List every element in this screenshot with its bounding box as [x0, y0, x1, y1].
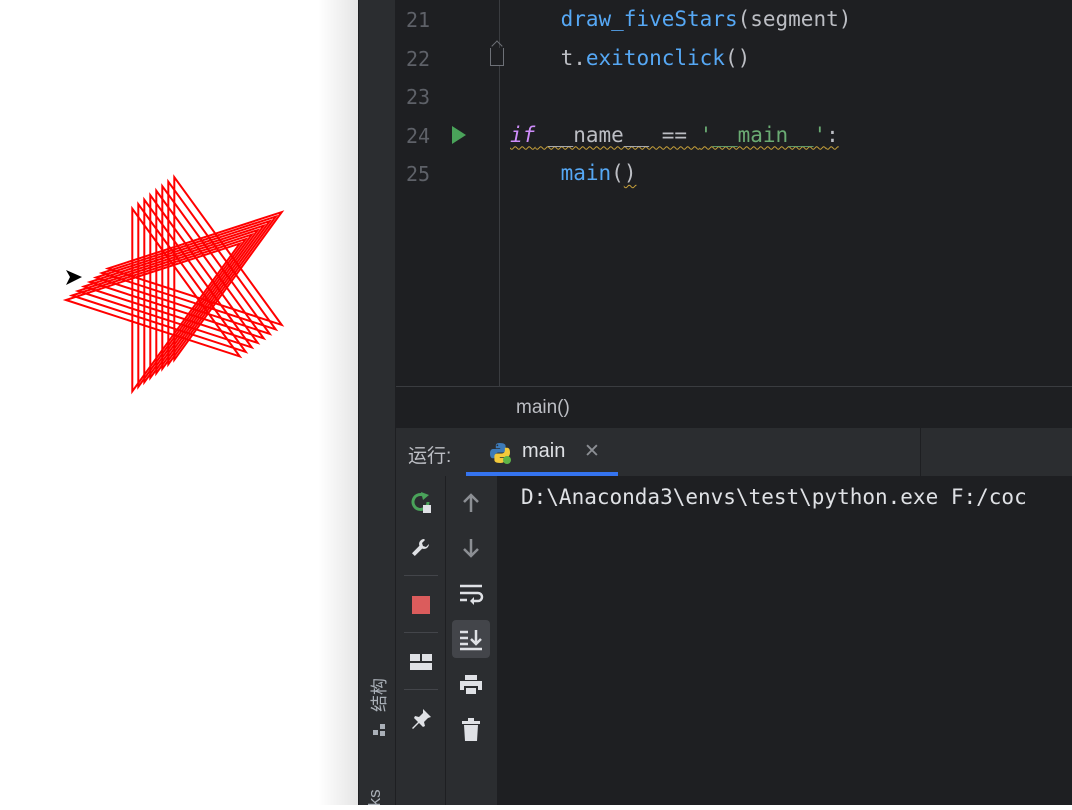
trash-icon	[462, 718, 480, 741]
layout-button[interactable]	[396, 643, 446, 681]
breadcrumb-bar: main()	[396, 386, 1072, 428]
arrow-up-icon	[463, 493, 479, 512]
layout-icon	[410, 654, 432, 670]
code-token: __name__ ==	[535, 122, 700, 147]
bookmarks-label[interactable]: rks	[365, 789, 385, 805]
console-output[interactable]: D:\Anaconda3\envs\test\python.exe F:/coc	[498, 476, 1072, 805]
down-button[interactable]	[446, 529, 496, 567]
star-trace	[74, 196, 255, 386]
code-token: '__main__'	[699, 122, 827, 147]
console-toolbar	[446, 476, 498, 805]
run-toolbar	[396, 476, 446, 805]
line-number: 25	[406, 162, 431, 186]
code-token: (	[611, 161, 624, 185]
run-gutter-icon[interactable]	[452, 126, 466, 144]
stop-icon	[412, 596, 430, 614]
code-token: :	[826, 122, 839, 147]
tab-main[interactable]: main ✕	[466, 428, 618, 476]
code-token: if	[510, 122, 536, 147]
rerun-button[interactable]	[396, 484, 446, 522]
window-shadow	[318, 0, 358, 805]
line-number: 21	[406, 8, 431, 32]
print-button[interactable]	[446, 666, 496, 704]
code-line: main()	[510, 161, 637, 185]
code-token: draw_fiveStars	[560, 7, 738, 31]
arrow-down-icon	[463, 539, 479, 558]
ide-window: 结构 rks 21 22 23 24 25 draw_fiveStars(segment…	[358, 0, 1072, 805]
structure-label[interactable]: 结构	[365, 678, 390, 712]
print-icon	[460, 675, 482, 696]
up-button[interactable]	[446, 484, 496, 522]
code-token: (segment)	[737, 7, 852, 31]
line-number: 22	[406, 46, 431, 71]
wrench-icon	[412, 539, 429, 556]
stop-button[interactable]	[396, 586, 446, 624]
run-label: 运行:	[408, 446, 452, 467]
code-editor[interactable]: 21 22 23 24 25 draw_fiveStars(segment) t.exi…	[396, 0, 1072, 386]
settings-button[interactable]	[396, 529, 446, 567]
code-token: main	[560, 161, 612, 185]
fold-icon[interactable]	[490, 48, 504, 66]
pin-icon	[412, 709, 431, 729]
code-line: if __name__ == '__main__':	[510, 123, 839, 147]
tool-window-strip: 结构 rks	[358, 0, 396, 805]
line-number: 23	[406, 85, 431, 109]
code-line: draw_fiveStars(segment)	[510, 7, 852, 31]
editor-gutter: 21 22 23 24 25	[396, 0, 504, 386]
clear-button[interactable]	[446, 711, 496, 749]
scroll-to-end-button[interactable]	[452, 620, 490, 658]
star-drawing	[62, 174, 285, 395]
turtle-canvas	[0, 0, 358, 805]
rerun-icon	[411, 492, 431, 513]
soft-wrap-button[interactable]	[446, 575, 496, 613]
python-icon	[490, 443, 511, 464]
header-divider	[920, 428, 921, 476]
run-panel-header: 运行: main ✕	[396, 428, 1072, 476]
code-token: )	[623, 161, 637, 185]
structure-icon[interactable]	[371, 722, 387, 738]
pin-button[interactable]	[396, 700, 446, 738]
turtle-cursor-icon	[66, 270, 82, 285]
code-token: t.	[560, 45, 586, 70]
breadcrumb[interactable]: main()	[516, 397, 570, 419]
code-token: exitonclick	[585, 45, 725, 70]
code-token: ()	[724, 45, 751, 70]
tab-main-label: main	[522, 440, 566, 462]
close-icon[interactable]: ✕	[584, 440, 600, 463]
scroll-to-end-icon	[460, 630, 482, 651]
line-number: 24	[406, 123, 431, 148]
console-line: D:\Anaconda3\envs\test\python.exe F:/coc	[521, 485, 1027, 509]
code-line: t.exitonclick()	[510, 45, 751, 70]
soft-wrap-icon	[460, 584, 484, 605]
